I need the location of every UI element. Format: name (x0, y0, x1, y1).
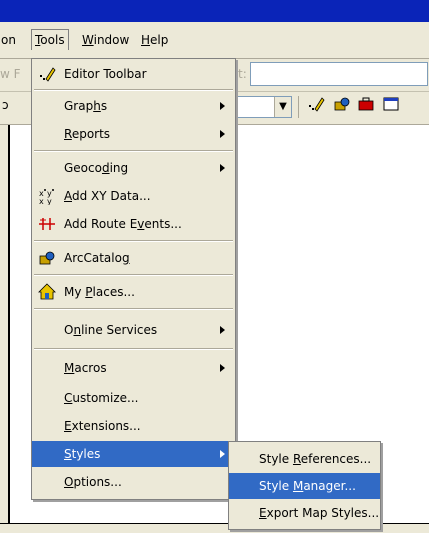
menu-item-export-map-styles[interactable]: Export Map Styles... (229, 500, 380, 526)
editor-toolbar-button[interactable] (305, 95, 327, 117)
editor-pencil-icon (38, 65, 56, 83)
menu-item-label: Geocoding (64, 161, 129, 175)
menu-separator (34, 308, 233, 310)
menu-help[interactable]: Help (138, 30, 171, 50)
menu-tools[interactable]: Tools (31, 29, 69, 50)
menu-item-graphs[interactable]: Graphs (32, 93, 235, 119)
tools-menu: Editor Toolbar Graphs Reports Geocoding … (31, 58, 236, 500)
scale-combo[interactable]: ▼ (230, 96, 292, 118)
toolbar-separator (298, 96, 299, 118)
menu-separator (34, 274, 233, 276)
menu-item-label: Editor Toolbar (64, 67, 147, 81)
menu-item-label: Extensions... (64, 419, 141, 433)
menu-item-customize[interactable]: Customize... (32, 385, 235, 411)
menu-item-label: Add Route Events... (64, 217, 182, 231)
submenu-arrow-icon (220, 164, 225, 172)
submenu-arrow-icon (220, 326, 225, 334)
menu-item-label: Styles (64, 447, 101, 461)
submenu-arrow-icon (220, 130, 225, 138)
submenu-arrow-icon (220, 102, 225, 110)
chevron-down-icon[interactable]: ▼ (274, 97, 291, 117)
map-border (8, 125, 10, 532)
menu-separator (34, 150, 233, 152)
menu-item-label: Reports (64, 127, 111, 141)
menu-item-label: Macros (64, 361, 107, 375)
menu-item-label: Graphs (64, 99, 108, 113)
xy-data-icon: xyxy (38, 187, 56, 206)
toolbox-icon (358, 97, 374, 111)
menu-item-label: Style Manager... (259, 479, 356, 493)
menu-item-label: Export Map Styles... (259, 506, 380, 520)
menu-partial[interactable]: on (0, 30, 19, 50)
menu-item-my-places[interactable]: My Places... (32, 279, 235, 305)
window-icon (383, 97, 399, 111)
menu-item-options[interactable]: Options... (32, 469, 235, 495)
arccatalog-icon (334, 97, 350, 111)
menu-item-label: Add XY Data... (64, 189, 151, 203)
menu-item-label: My Places... (64, 285, 135, 299)
menu-item-label: Online Services (64, 323, 158, 337)
toolbox-button[interactable] (355, 95, 377, 117)
toolbar-text-field[interactable] (250, 62, 428, 86)
menu-item-add-route-events[interactable]: Add Route Events... (32, 211, 235, 237)
menu-item-label: Options... (64, 475, 122, 489)
arccatalog-button[interactable] (331, 95, 353, 117)
submenu-arrow-icon (220, 450, 225, 458)
menu-item-style-manager[interactable]: Style Manager... (229, 473, 380, 499)
menu-item-online-services[interactable]: Online Services (32, 317, 235, 343)
toolbar-partial-label2: t: (238, 67, 247, 81)
menu-item-style-references[interactable]: Style References... (229, 446, 380, 472)
menu-item-geocoding[interactable]: Geocoding (32, 155, 235, 181)
menu-item-styles[interactable]: Styles (32, 441, 235, 467)
title-bar (0, 0, 429, 22)
toolbar-partial-label: w F (0, 67, 21, 81)
arccatalog-icon (38, 249, 56, 267)
menu-item-extensions[interactable]: Extensions... (32, 413, 235, 439)
toolbar-partial-glyph: ɔ (2, 98, 9, 112)
window-button[interactable] (380, 95, 402, 117)
menu-window[interactable]: Window (79, 30, 132, 50)
svg-text:x: x (39, 197, 44, 205)
menu-item-label: Customize... (64, 391, 139, 405)
menu-bar: on Tools Window Help (0, 22, 429, 59)
house-icon (38, 283, 56, 301)
menu-separator (34, 240, 233, 242)
editor-pencil-icon (309, 97, 325, 112)
menu-item-editor-toolbar[interactable]: Editor Toolbar (32, 61, 235, 87)
submenu-arrow-icon (220, 364, 225, 372)
svg-text:y: y (47, 197, 52, 205)
menu-item-label: Style References... (259, 452, 372, 466)
menu-item-macros[interactable]: Macros (32, 355, 235, 381)
route-events-icon (38, 215, 56, 233)
menu-separator (34, 348, 233, 350)
menu-item-add-xy-data[interactable]: xyxy Add XY Data... (32, 183, 235, 209)
styles-submenu: Style References... Style Manager... Exp… (228, 441, 381, 530)
menu-separator (34, 89, 233, 91)
menu-item-label: ArcCatalog (64, 251, 130, 265)
menu-item-arccatalog[interactable]: ArcCatalog (32, 245, 235, 271)
menu-item-reports[interactable]: Reports (32, 121, 235, 147)
